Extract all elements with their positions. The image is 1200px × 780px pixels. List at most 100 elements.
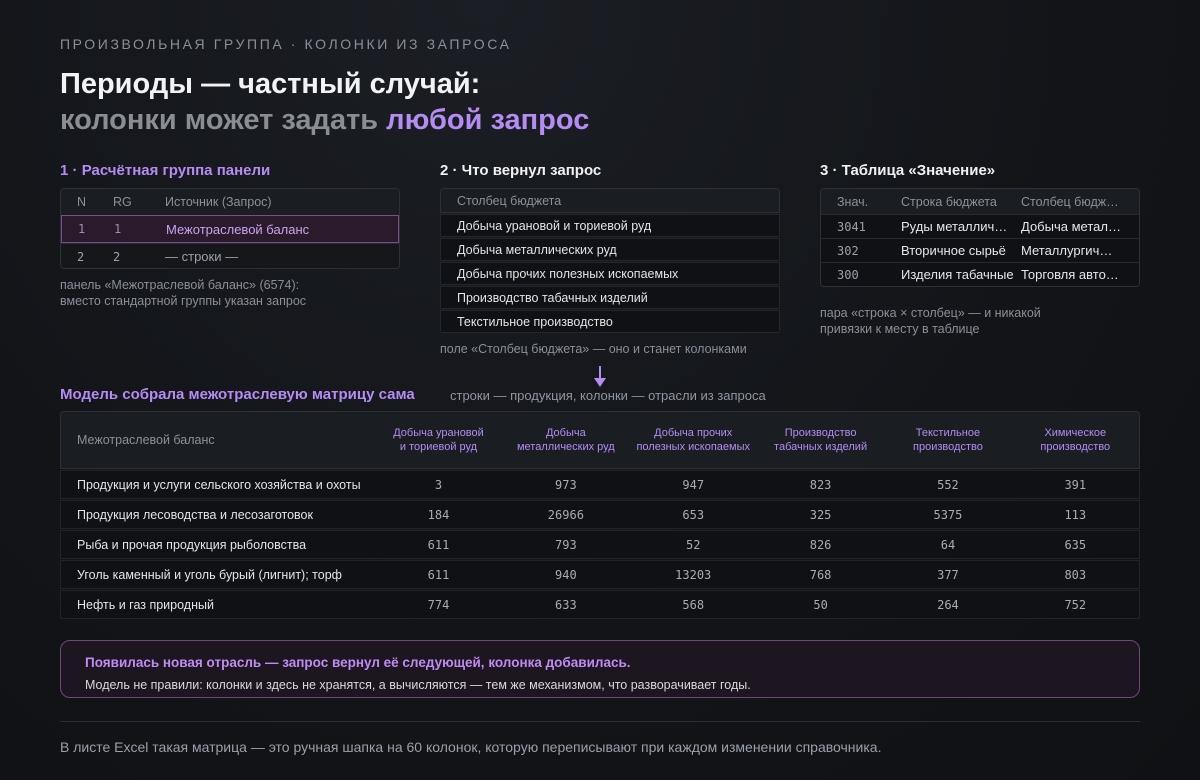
matrix-cell: 13203: [675, 567, 712, 582]
header-value: Знач.: [837, 194, 869, 209]
cell-rg: 2: [113, 249, 121, 264]
cell-rg: 1: [114, 222, 122, 236]
row-label: Рыба и прочая продукция рыболовства: [77, 537, 307, 552]
matrix-column-header[interactable]: Химическое производство: [1012, 426, 1139, 454]
page-title: Периоды — частный случай:: [60, 68, 481, 100]
section1-title: 1 · Расчётная группа панели: [60, 162, 270, 179]
cell-row: Изделия табачные: [901, 267, 1014, 282]
table-header: Знач. Строка бюджета Столбец бюджета: [821, 189, 1139, 214]
values-table-panel: Знач. Строка бюджета Столбец бюджета 304…: [820, 188, 1140, 287]
table-row-selected[interactable]: 1 1 Межотраслевой баланс: [61, 215, 399, 243]
matrix-cell: 823: [809, 477, 832, 492]
header-n: N: [77, 195, 87, 209]
header-column: Столбец бюджета: [1021, 194, 1126, 209]
table-header: Столбец бюджета: [440, 188, 780, 213]
matrix-cell: 64: [940, 537, 956, 552]
row-label: Уголь каменный и уголь бурый (лигнит); т…: [77, 567, 342, 582]
matrix-cell: 568: [682, 597, 705, 612]
note-line: привязки к месту в таблице: [820, 322, 980, 336]
section1-number: 1 ·: [60, 162, 82, 179]
section1-title-text: Расчётная группа панели: [81, 162, 271, 179]
subtitle-prefix: колонки может задать: [60, 104, 387, 136]
matrix-cell: 947: [682, 477, 705, 492]
matrix-cell: 793: [555, 537, 577, 552]
callout-heading: Появилась новая отрасль — запрос вернул …: [85, 655, 631, 670]
cell-column: Добыча металл…: [1021, 219, 1129, 234]
eyebrow-label: ПРОИЗВОЛЬНАЯ ГРУППА · КОЛОНКИ ИЗ ЗАПРОСА: [60, 36, 512, 52]
matrix-column-header[interactable]: Текстильное производство: [884, 426, 1011, 454]
list-item[interactable]: Текстильное производство: [440, 310, 780, 333]
matrix-cell: 50: [813, 597, 828, 612]
matrix-title: Модель собрала межотраслевую матрицу сам…: [60, 386, 415, 403]
io-matrix: Межотраслевой баланс Добыча урановой и то…: [60, 411, 1140, 621]
matrix-cell: 184: [427, 507, 450, 522]
matrix-column-header[interactable]: Добыча металлических руд: [502, 426, 629, 454]
table-row[interactable]: 3041 Руды металлич… Добыча металл…: [821, 214, 1139, 238]
matrix-cell: 3: [434, 477, 443, 492]
matrix-corner-label: Межотраслевой баланс: [77, 433, 215, 447]
matrix-cell: 391: [1064, 477, 1087, 492]
note-line: пара «строка × столбец» — и никакой: [820, 306, 1041, 320]
matrix-cell: 611: [427, 567, 450, 582]
matrix-column-header[interactable]: Добыча урановой и ториевой руд: [375, 426, 502, 454]
cell-value: 3041: [837, 219, 866, 234]
section3-title: 3 · Таблица «Значение»: [820, 162, 996, 179]
cell-n: 1: [78, 222, 86, 236]
list-item[interactable]: Добыча металлических руд: [440, 238, 780, 261]
cell-column: Металлургич…: [1021, 243, 1113, 258]
matrix-cell: 752: [1064, 597, 1087, 612]
cell-n: 2: [77, 249, 85, 264]
matrix-cell: 768: [809, 567, 832, 582]
cell-column: Торговля авто…: [1021, 267, 1119, 282]
matrix-cell: 325: [809, 507, 832, 522]
table-row[interactable]: Продукция лесоводства и лесозаготовок 184…: [60, 500, 1140, 529]
matrix-cell: 653: [682, 507, 705, 522]
list-item[interactable]: Добыча прочих полезных ископаемых: [440, 262, 780, 285]
matrix-cell: 5375: [933, 507, 963, 522]
cell-row: Руды металлич…: [901, 219, 1008, 234]
info-callout: Появилась новая отрасль — запрос вернул …: [60, 640, 1140, 698]
matrix-cell: 52: [686, 537, 701, 552]
calc-group-panel: N RG Источник (Запрос) 1 1 Межотраслевой…: [60, 188, 400, 269]
matrix-cell: 113: [1064, 507, 1087, 522]
matrix-cell: 803: [1064, 567, 1087, 582]
matrix-cell: 635: [1064, 537, 1087, 552]
note-line: вместо стандартной группы указан запрос: [60, 294, 307, 308]
matrix-cell: 611: [427, 537, 450, 552]
list-item[interactable]: Производство табачных изделий: [440, 286, 780, 309]
matrix-cell: 26966: [547, 507, 584, 522]
matrix-cell: 940: [555, 567, 577, 582]
section2-note: поле «Столбец бюджета» — оно и станет ко…: [440, 342, 747, 356]
row-label: Продукция лесоводства и лесозаготовок: [77, 507, 313, 522]
section3-note: пара «строка × столбец» — и никакой прив…: [820, 305, 1041, 337]
table-row[interactable]: Нефть и газ природный 774 633 568 50 264 752: [60, 590, 1140, 619]
table-header: N RG Источник (Запрос): [61, 189, 399, 215]
matrix-column-header[interactable]: Производство табачных изделий: [757, 426, 884, 454]
table-row[interactable]: Рыба и прочая продукция рыболовства 611 79…: [60, 530, 1140, 559]
table-row[interactable]: Уголь каменный и уголь бурый (лигнит); т…: [60, 560, 1140, 589]
table-row[interactable]: 302 Вторичное сырьё Металлургич…: [821, 238, 1139, 262]
matrix-subtitle: строки — продукция, колонки — отрасли из…: [450, 388, 766, 403]
matrix-column-header[interactable]: Добыча прочих полезных ископаемых: [630, 426, 757, 454]
table-row[interactable]: 2 2 — строки —: [61, 243, 399, 268]
section1-note: панель «Межотраслевой баланс» (6574): вм…: [60, 277, 306, 309]
cell-value: 302: [837, 243, 859, 258]
footer-text: В листе Excel такая матрица — это ручная…: [60, 739, 882, 755]
cell-value: 300: [837, 267, 859, 282]
header-row: Строка бюджета: [901, 194, 997, 209]
section2-title: 2 · Что вернул запрос: [440, 162, 602, 179]
table-row[interactable]: Продукция и услуги сельского хозяйства и…: [60, 470, 1140, 499]
matrix-cell: 973: [555, 477, 577, 492]
header-rg: RG: [113, 195, 132, 209]
matrix-header: Межотраслевой баланс Добыча урановой и то…: [60, 411, 1140, 469]
matrix-cell: 633: [555, 597, 577, 612]
cell-source: — строки —: [165, 249, 239, 264]
matrix-body: Продукция и услуги сельского хозяйства и…: [60, 470, 1140, 619]
table-row[interactable]: 300 Изделия табачные Торговля авто…: [821, 262, 1139, 286]
arrow-down-icon: [594, 366, 606, 387]
matrix-cell: 377: [937, 567, 959, 582]
cell-source: Межотраслевой баланс: [166, 221, 310, 237]
list-item[interactable]: Добыча урановой и ториевой руд: [440, 214, 780, 237]
matrix-cell: 826: [809, 537, 832, 552]
cell-row: Вторичное сырьё: [901, 243, 1006, 258]
